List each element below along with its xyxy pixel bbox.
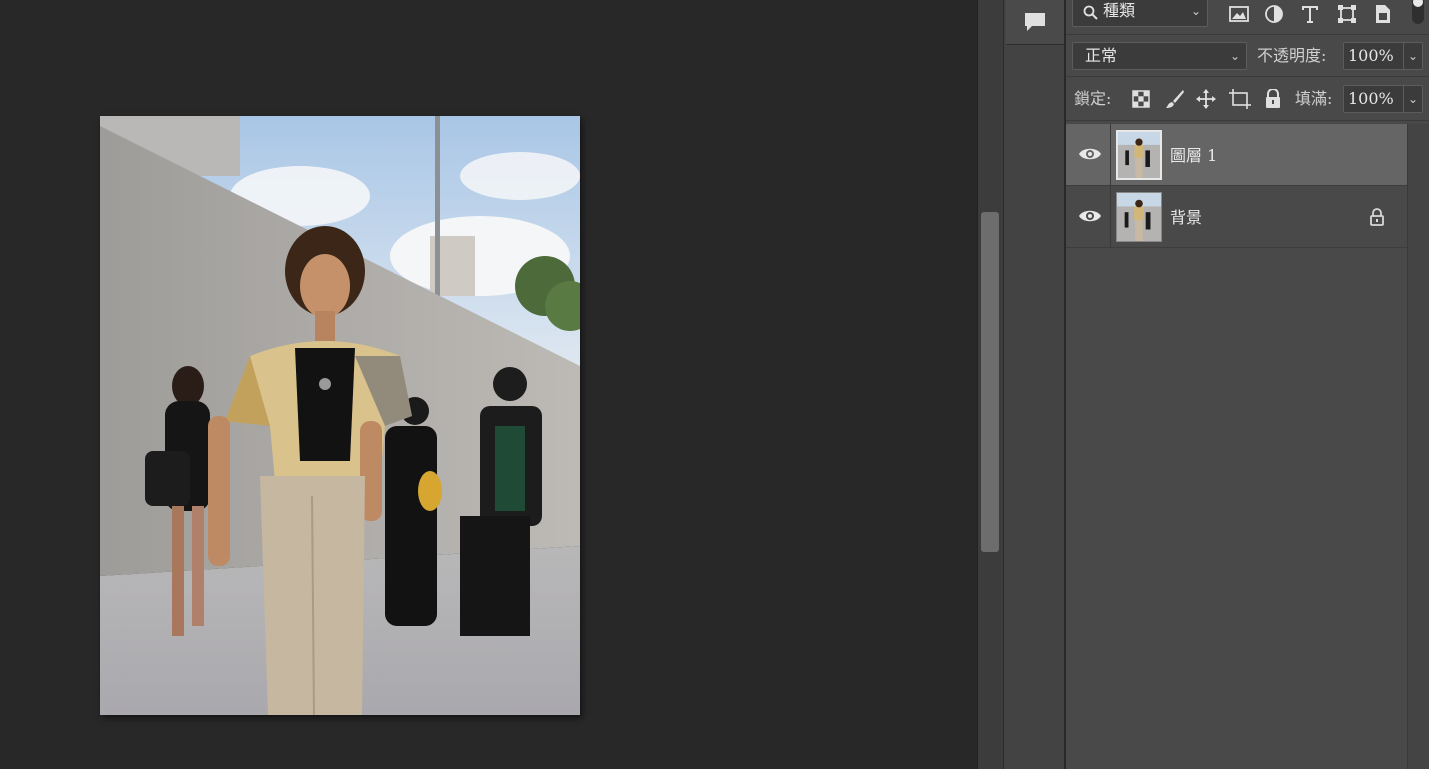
comment-icon [1025,13,1045,31]
chevron-down-icon[interactable]: ⌄ [1402,86,1418,112]
layer-name[interactable]: 背景 [1170,204,1202,228]
document-image[interactable] [100,116,580,715]
lock-paint-icon[interactable] [1163,87,1187,111]
canvas-scrollbar[interactable] [977,0,1003,769]
filter-toggle-switch[interactable] [1410,0,1426,26]
layer-row-layer-1[interactable]: 圖層 1 [1066,124,1407,186]
layer-name[interactable]: 圖層 1 [1170,142,1217,166]
fill-value: 100% [1348,89,1394,108]
smart-object-filter-icon[interactable] [1371,2,1395,26]
layer-thumbnail [1116,192,1162,242]
opacity-value: 100% [1348,46,1394,65]
layer-row-background[interactable]: 背景 [1066,186,1407,248]
layers-panel: 種類 ⌄ 正常 ⌄ 不透明度: 100% ⌄ 鎖定: 填滿: 100% ⌄ 圖層… [1066,0,1429,769]
visibility-eye-icon[interactable] [1078,206,1102,226]
comments-button[interactable] [1006,0,1064,45]
blend-mode-select[interactable]: 正常 ⌄ [1072,42,1247,70]
layer-kind-filter-label: 種類 [1103,1,1136,20]
chevron-down-icon: ⌄ [1229,49,1240,63]
lock-fill-row: 鎖定: 填滿: 100% ⌄ [1066,78,1429,121]
opacity-field[interactable]: 100% ⌄ [1343,42,1423,70]
blend-opacity-row: 正常 ⌄ 不透明度: 100% ⌄ [1066,36,1429,77]
canvas-scrollbar-thumb[interactable] [981,212,999,552]
document-canvas[interactable] [0,0,977,769]
blend-mode-value: 正常 [1085,46,1118,65]
layer-locked-icon [1370,208,1384,226]
opacity-label: 不透明度: [1257,46,1327,65]
lock-artboard-icon[interactable] [1228,87,1252,111]
layer-divider [1110,124,1111,186]
visibility-eye-icon[interactable] [1078,144,1102,164]
chevron-down-icon[interactable]: ⌄ [1402,43,1418,69]
search-icon [1083,5,1098,20]
lock-label: 鎖定: [1074,89,1112,108]
fill-label: 填滿: [1295,89,1333,108]
layer-divider [1110,186,1111,248]
layer-filter-row: 種類 ⌄ [1066,0,1429,35]
street-photo [100,116,580,715]
layer-kind-filter[interactable]: 種類 ⌄ [1072,0,1208,27]
type-filter-icon[interactable] [1298,2,1322,26]
adjustment-filter-icon[interactable] [1262,2,1286,26]
image-filter-icon[interactable] [1227,2,1251,26]
panel-dock-strip [1003,0,1065,769]
lock-transparent-icon[interactable] [1129,87,1153,111]
fill-field[interactable]: 100% ⌄ [1343,85,1423,113]
layer-thumbnail [1116,130,1162,180]
chevron-down-icon: ⌄ [1190,4,1201,18]
lock-position-icon[interactable] [1194,87,1218,111]
layers-scrollbar[interactable] [1407,124,1429,769]
shape-filter-icon[interactable] [1335,2,1359,26]
lock-all-icon[interactable] [1261,87,1285,111]
